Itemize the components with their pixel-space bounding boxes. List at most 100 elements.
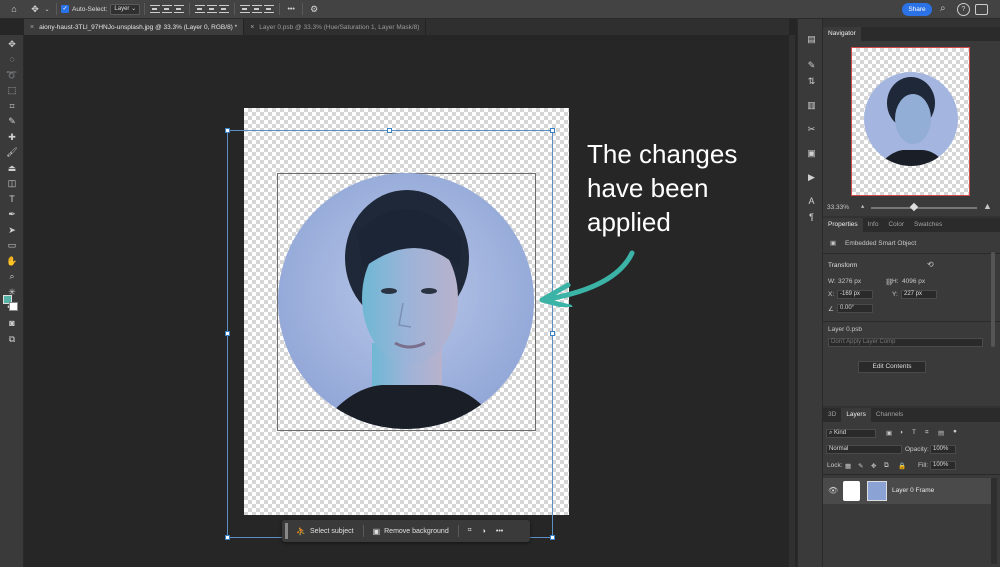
eyedropper-icon[interactable]: ✎ <box>5 115 19 128</box>
zoom-out-icon[interactable]: ▴ <box>861 202 864 210</box>
filter-type-icon[interactable]: T <box>912 429 916 436</box>
width-value[interactable]: 3276 px <box>838 278 861 285</box>
transform-handle[interactable] <box>225 535 230 540</box>
play-icon[interactable]: ▶ <box>805 171 818 183</box>
search-icon[interactable]: ⌕ <box>940 3 953 16</box>
x-field[interactable]: -169 px <box>837 290 873 299</box>
tab-color[interactable]: Color <box>883 218 909 232</box>
lasso-tool-icon[interactable]: ➰ <box>5 69 19 82</box>
adjustments-icon[interactable]: ⇅ <box>805 75 818 87</box>
canvas-area[interactable]: The changes have been applied ⛹ Select su… <box>24 35 789 567</box>
align-left-icon[interactable] <box>150 5 161 13</box>
layers-scrollbar[interactable] <box>991 478 997 564</box>
transform-handle[interactable] <box>550 331 555 336</box>
remove-background-button[interactable]: ▣ Remove background <box>368 523 454 539</box>
transform-handle[interactable] <box>225 331 230 336</box>
properties-icon[interactable]: ▥ <box>805 99 818 111</box>
filter-pixel-icon[interactable]: ▣ <box>886 429 892 437</box>
adjustment-icon[interactable]: ◑ <box>477 523 491 539</box>
close-icon[interactable]: × <box>30 24 34 31</box>
transform-handle[interactable] <box>550 128 555 133</box>
filter-adjustment-icon[interactable]: ◑ <box>899 429 903 436</box>
lock-all-icon[interactable]: 🔒 <box>898 462 906 470</box>
align-right-icon[interactable] <box>174 5 185 13</box>
lock-artboard-icon[interactable]: ⧉ <box>884 462 889 470</box>
distribute-icon[interactable] <box>240 5 251 13</box>
layer-row[interactable]: 👁 Layer 0 Frame <box>823 478 991 504</box>
filter-smart-object-icon[interactable]: ▤ <box>938 429 944 437</box>
align-top-icon[interactable] <box>195 5 206 13</box>
lock-transparency-icon[interactable]: ▦ <box>845 462 851 470</box>
zoom-slider[interactable] <box>871 207 977 209</box>
tab-3d[interactable]: 3D <box>823 408 841 422</box>
transform-handle[interactable] <box>225 128 230 133</box>
fill-field[interactable]: 100% <box>930 461 956 470</box>
lock-position-icon[interactable]: ✥ <box>871 462 876 470</box>
object-selection-icon[interactable]: ⬚ <box>5 84 19 97</box>
tab-document-1[interactable]: × aiony-haust-3TLl_97HNJo-unsplash.jpg @… <box>24 19 245 35</box>
transform-handle[interactable] <box>550 535 555 540</box>
home-icon[interactable]: ⌂ <box>0 0 28 19</box>
tab-properties[interactable]: Properties <box>823 218 863 232</box>
quick-mask-icon[interactable]: ◙ <box>5 317 19 330</box>
tab-info[interactable]: Info <box>863 218 884 232</box>
lock-pixels-icon[interactable]: ✎ <box>858 462 863 470</box>
layer-name[interactable]: Layer 0 Frame <box>892 487 934 494</box>
auto-select-checkbox[interactable]: ✓ <box>61 5 69 13</box>
tab-document-2[interactable]: × Layer 0.psb @ 33.3% (Hue/Saturation 1,… <box>244 19 427 35</box>
history-icon[interactable]: ▤ <box>805 33 818 45</box>
path-selection-icon[interactable]: ➤ <box>5 224 19 237</box>
move-tool-icon[interactable]: ✥ <box>28 0 42 19</box>
hand-tool-icon[interactable]: ✋ <box>5 255 19 268</box>
tab-channels[interactable]: Channels <box>871 408 908 422</box>
layer-comp-select[interactable]: Don't Apply Layer Comp <box>828 338 983 347</box>
layer-filter-select[interactable]: ⌕ Kind <box>826 429 876 438</box>
frame-thumbnail[interactable] <box>843 481 860 501</box>
eye-icon[interactable]: 👁 <box>828 486 838 495</box>
tools-icon[interactable]: ✂ <box>805 123 818 135</box>
properties-scrollbar[interactable] <box>991 252 995 347</box>
pen-tool-icon[interactable]: ✒ <box>5 208 19 221</box>
layer-thumbnail[interactable] <box>867 481 887 501</box>
reset-transform-icon[interactable]: ⟲ <box>927 260 934 269</box>
brush-icon[interactable]: 🖌 <box>5 146 19 159</box>
align-bottom-icon[interactable] <box>219 5 230 13</box>
gear-icon[interactable]: ⚙ <box>307 0 321 19</box>
chevron-down-icon[interactable]: ⌄ <box>42 0 52 19</box>
brush-settings-icon[interactable]: ✎ <box>805 59 818 71</box>
distribute-icon[interactable] <box>252 5 263 13</box>
filter-toggle-icon[interactable]: ● <box>953 428 957 435</box>
more-options-button[interactable]: ••• <box>491 523 508 539</box>
zoom-tool-icon[interactable]: ⌕ <box>5 270 19 283</box>
edit-contents-button[interactable]: Edit Contents <box>858 361 926 373</box>
move-tool-icon[interactable]: ✥ <box>5 38 19 51</box>
transform-bounding-box[interactable] <box>227 130 553 538</box>
close-icon[interactable]: × <box>250 24 254 31</box>
tab-navigator[interactable]: Navigator <box>823 27 861 41</box>
type-tool-icon[interactable]: T <box>5 193 19 206</box>
help-icon[interactable]: ? <box>957 3 970 16</box>
tab-layers[interactable]: Layers <box>841 408 871 422</box>
background-color-swatch[interactable] <box>9 302 18 311</box>
libraries-icon[interactable]: ▣ <box>805 147 818 159</box>
paragraph-icon[interactable]: ¶ <box>805 211 818 223</box>
eraser-icon[interactable]: ◫ <box>5 177 19 190</box>
screen-mode-icon[interactable]: ⧉ <box>5 333 19 346</box>
drag-handle[interactable] <box>285 523 288 539</box>
share-button[interactable]: Share <box>902 3 932 16</box>
align-center-icon[interactable] <box>162 5 173 13</box>
healing-brush-icon[interactable]: ✚ <box>5 131 19 144</box>
height-value[interactable]: 4096 px <box>902 278 925 285</box>
distribute-icon[interactable] <box>264 5 275 13</box>
marquee-tool-icon[interactable]: ◌ <box>5 53 19 66</box>
character-icon[interactable]: A <box>805 195 818 207</box>
align-middle-icon[interactable] <box>207 5 218 13</box>
zoom-slider-thumb[interactable] <box>909 202 919 212</box>
zoom-in-icon[interactable]: ▲ <box>983 201 992 211</box>
opacity-field[interactable]: 100% <box>930 445 956 454</box>
transform-handle[interactable] <box>387 128 392 133</box>
tab-swatches[interactable]: Swatches <box>909 218 947 232</box>
rectangle-tool-icon[interactable]: ▭ <box>5 239 19 252</box>
select-subject-button[interactable]: ⛹ Select subject <box>291 523 359 539</box>
blend-mode-select[interactable]: Normal <box>826 445 902 454</box>
